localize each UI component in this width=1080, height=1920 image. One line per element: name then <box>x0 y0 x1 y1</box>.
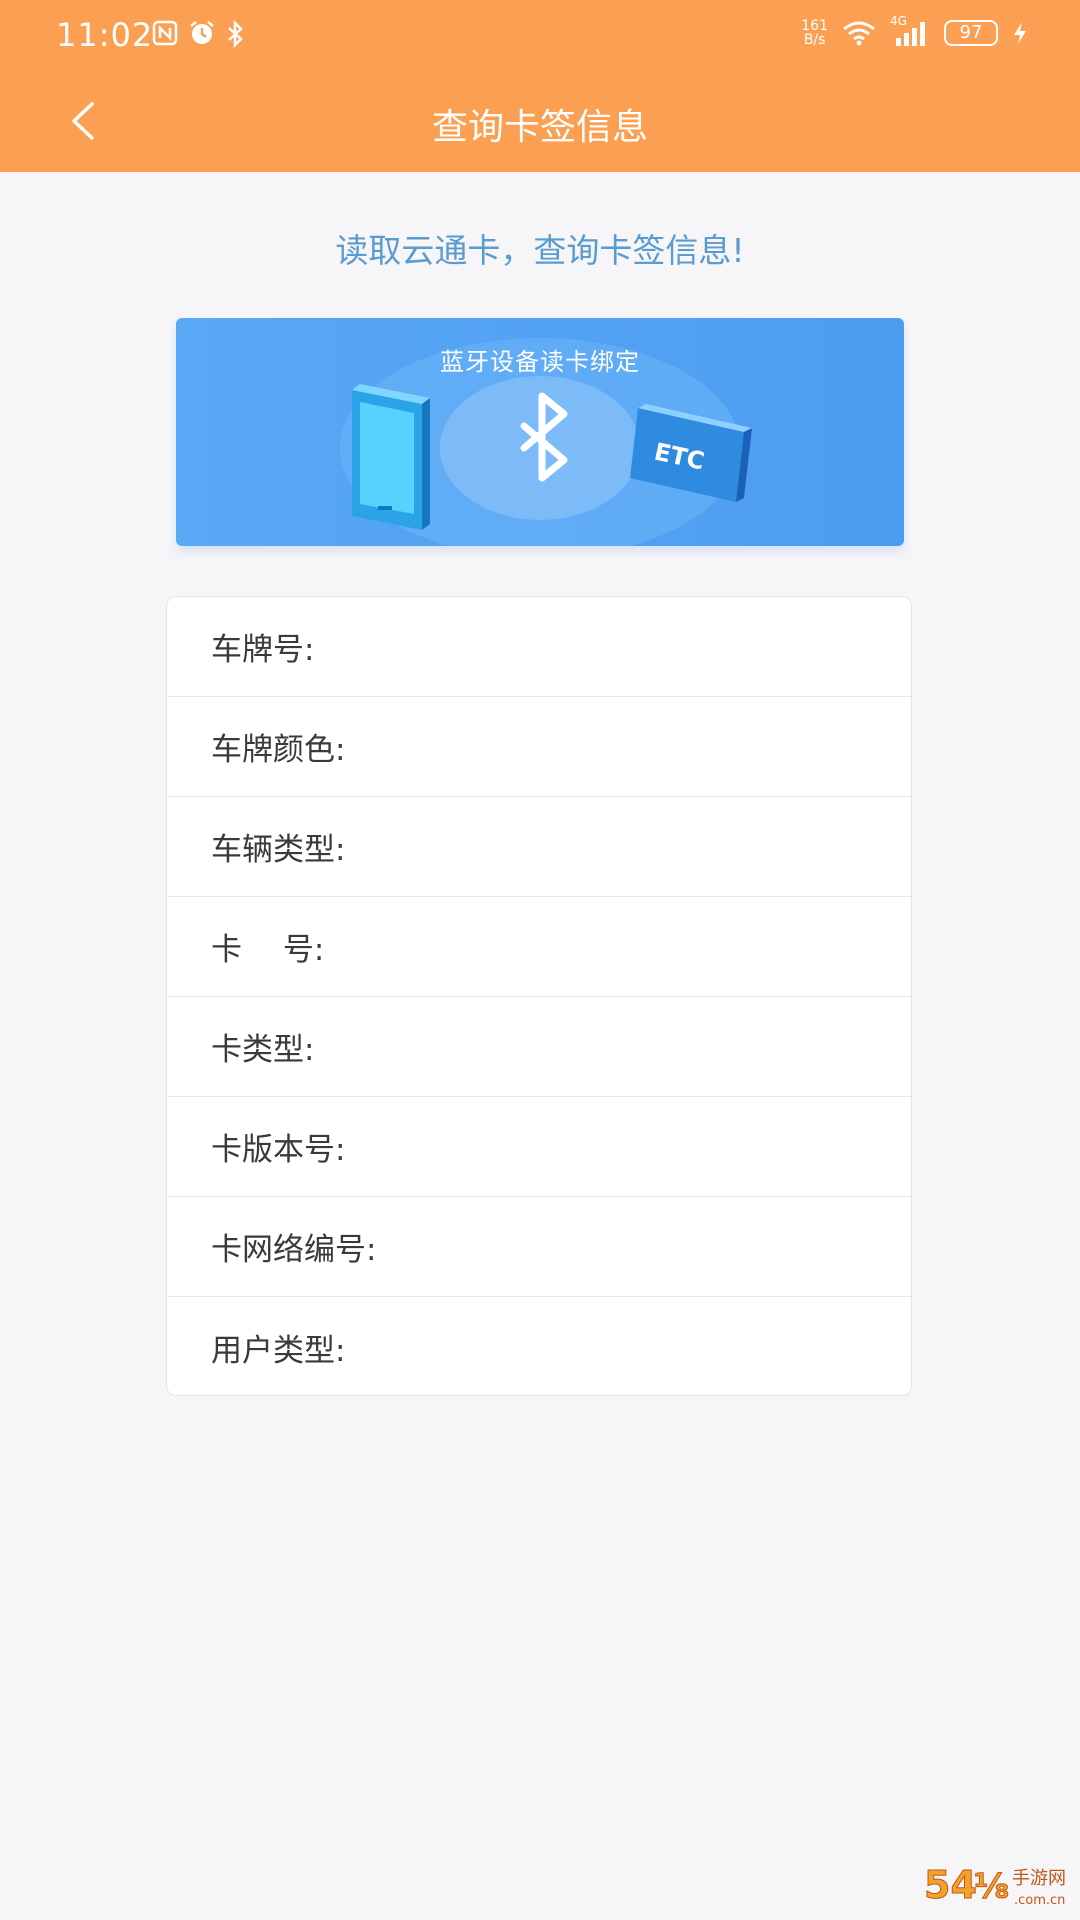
info-label: 车辆类型: <box>211 832 346 868</box>
net-speed: 161 B/s <box>801 19 828 47</box>
status-time: 11:02 <box>56 16 154 54</box>
info-label: 卡网络编号: <box>211 1232 377 1268</box>
svg-text:⅛: ⅛ <box>974 1867 1009 1907</box>
charging-icon <box>1014 22 1026 44</box>
info-label: 卡版本号: <box>211 1132 346 1168</box>
status-system-icons: 161 B/s 4G 97 <box>801 14 1028 48</box>
info-row-user-type: 用户类型: <box>167 1297 911 1397</box>
phone-icon <box>352 384 430 530</box>
page-title: 查询卡签信息 <box>431 107 648 148</box>
net-speed-value: 161 <box>801 18 828 34</box>
info-label: 用户类型: <box>211 1332 346 1369</box>
title-bar: 查询卡签信息 <box>0 72 1080 172</box>
svg-text:.com.cn: .com.cn <box>1014 1893 1065 1908</box>
svg-text:手游网: 手游网 <box>1012 1868 1066 1889</box>
info-label: 卡 号: <box>211 932 325 968</box>
bluetooth-status-icon <box>228 20 243 48</box>
site-watermark-logo: 54 ⅛ 手游网 .com.cn <box>924 1863 1067 1909</box>
cellular-signal: 4G <box>890 14 930 48</box>
info-row-card-version: 卡版本号: <box>167 1097 911 1197</box>
info-row-card-network-id: 卡网络编号: <box>167 1197 911 1297</box>
info-row-plate-color: 车牌颜色: <box>167 697 911 797</box>
status-notification-icons <box>152 20 246 48</box>
net-speed-unit: B/s <box>803 32 826 48</box>
info-row-vehicle-type: 车辆类型: <box>167 797 911 897</box>
signal-bars-icon <box>896 22 925 46</box>
banner-title: 蓝牙设备读卡绑定 <box>440 348 640 376</box>
card-info-list: 车牌号: 车牌颜色: 车辆类型: 卡 号: 卡类型: 卡版本号: 卡网络编号: … <box>166 596 912 1396</box>
svg-text:54: 54 <box>924 1863 977 1907</box>
battery-indicator: 97 <box>944 20 998 46</box>
bluetooth-read-banner[interactable]: ETC 蓝牙设备读卡绑定 <box>176 318 904 546</box>
info-row-card-number: 卡 号: <box>167 897 911 997</box>
info-row-plate-number: 车牌号: <box>167 597 911 697</box>
instruction-text: 读取云通卡，查询卡签信息! <box>335 231 745 270</box>
info-row-card-type: 卡类型: <box>167 997 911 1097</box>
info-label: 卡类型: <box>211 1032 315 1068</box>
info-label: 车牌颜色: <box>211 732 346 768</box>
wifi-icon <box>843 21 875 46</box>
info-label: 车牌号: <box>211 632 315 668</box>
alarm-icon <box>190 21 214 44</box>
status-bar: 11:02 161 B/s 4G 97 <box>0 0 1080 72</box>
nfc-icon <box>152 20 178 46</box>
app-header: 11:02 161 B/s 4G 97 查询卡签信息 <box>0 0 1080 172</box>
